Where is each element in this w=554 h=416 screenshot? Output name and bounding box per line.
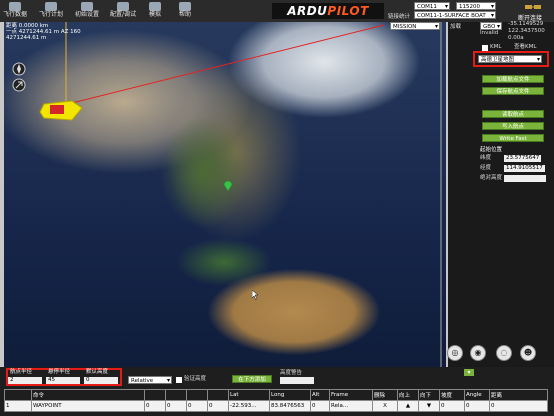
- col-delete: 删除: [372, 389, 398, 401]
- flight-plan-icon: [45, 2, 57, 11]
- collapse-icon[interactable]: ▾: [464, 369, 474, 376]
- port-select[interactable]: COM11: [414, 2, 450, 11]
- alt-warning-label: 高度警告: [280, 370, 303, 376]
- row-p2[interactable]: 0: [165, 400, 187, 412]
- loiter-radius-label: 悬停半径: [48, 369, 71, 375]
- target-icon[interactable]: ◎: [447, 345, 463, 361]
- col-lat: Lat: [228, 389, 270, 401]
- default-alt-label: 默认高度: [86, 369, 109, 375]
- write-fast-button[interactable]: Write Fast: [482, 134, 544, 142]
- row-gradient: 0: [439, 400, 465, 412]
- row-angle: 0: [464, 400, 490, 412]
- baud-select[interactable]: 115200: [456, 2, 496, 11]
- row-frame[interactable]: Rela...: [329, 400, 373, 412]
- ardupilot-logo: ARDUPILOT: [272, 3, 384, 19]
- read-waypoints-button[interactable]: 读取航点: [482, 110, 544, 118]
- top-lat: -35.1149529: [508, 21, 544, 27]
- config-tuning-icon: [117, 2, 129, 11]
- disconnect-icon[interactable]: [522, 2, 544, 12]
- add-below-button[interactable]: 在下方添加: [232, 375, 272, 383]
- load-label[interactable]: 加载: [450, 22, 461, 30]
- right-panel: [448, 22, 554, 367]
- distance-readout: 距离 0.0000 km 一点 4271244.61 m AZ 160 4271…: [6, 23, 81, 41]
- home-lat-value[interactable]: 23.5775647: [504, 155, 542, 162]
- row-distance: 0: [489, 400, 548, 412]
- waypoint-table: 命令 Lat Long Alt Frame 删除 向上 向下 坡度 Angle …: [4, 389, 548, 412]
- satellite-map[interactable]: [4, 22, 446, 367]
- map-overlay: [55, 22, 442, 367]
- home-title: 起始位置: [480, 147, 503, 153]
- home-lng-value[interactable]: 114.9105517: [504, 165, 545, 172]
- row-p1[interactable]: 0: [144, 400, 166, 412]
- col-up: 向上: [397, 389, 419, 401]
- col-p3: [186, 389, 208, 401]
- top-alt: 0.00a: [508, 35, 524, 41]
- col-down: 向下: [418, 389, 440, 401]
- col-frame: Frame: [329, 389, 373, 401]
- tab-initial-setup[interactable]: 初始设置: [72, 0, 102, 22]
- col-p1: [144, 389, 166, 401]
- verify-alt-checkbox[interactable]: [176, 377, 182, 383]
- wp-radius-input[interactable]: 2: [8, 377, 42, 384]
- mode-select[interactable]: MISSION: [390, 22, 440, 31]
- row-p4[interactable]: 0: [207, 400, 229, 412]
- view-kml-link[interactable]: 查看KML: [514, 44, 536, 51]
- kml-label: KML: [490, 44, 502, 50]
- col-alt: Alt: [310, 389, 330, 401]
- col-long: Long: [269, 389, 311, 401]
- row-p3[interactable]: 0: [186, 400, 208, 412]
- tab-flight-plan[interactable]: 飞行计划: [36, 0, 66, 22]
- help-icon: [179, 2, 191, 11]
- home-lat-label: 纬度: [480, 155, 492, 161]
- gps-select[interactable]: GBO: [480, 22, 502, 31]
- wp-radius-label: 航点半径: [10, 369, 33, 375]
- row-delete-button[interactable]: X: [372, 400, 398, 412]
- home-alt-label: 绝对高度: [480, 175, 503, 181]
- row-alt[interactable]: 0: [310, 400, 330, 412]
- initial-setup-icon: [81, 2, 93, 11]
- top-lng: 122.3437500: [508, 28, 545, 34]
- load-waypoints-button[interactable]: 加载航点文件: [482, 75, 544, 83]
- save-waypoints-button[interactable]: 保存航点文件: [482, 87, 544, 95]
- alt-warning-input[interactable]: [280, 377, 314, 384]
- robot-icon[interactable]: ☻: [520, 345, 536, 361]
- row-lat[interactable]: -22.593...: [228, 400, 270, 412]
- col-angle: Angle: [464, 389, 490, 401]
- home-alt-value[interactable]: [504, 175, 546, 182]
- map-provider-highlight: [473, 51, 549, 67]
- default-alt-input[interactable]: 0: [84, 377, 118, 384]
- col-gradient: 坡度: [439, 389, 465, 401]
- link-select[interactable]: COM11-1-SURFACE BOAT: [414, 11, 496, 20]
- frame-select[interactable]: Relative: [128, 376, 172, 385]
- home-distance-line-2: 4271244.61 m: [6, 35, 47, 41]
- record-icon[interactable]: ◉: [470, 345, 486, 361]
- focus-icon[interactable]: ◌: [496, 345, 512, 361]
- invalid-status: Invalid: [480, 30, 499, 36]
- verify-alt-label: 验证高度: [184, 376, 207, 382]
- col-p2: [165, 389, 187, 401]
- table-row[interactable]: 1 WAYPOINT 0 0 0 0 -22.593... 83.8476563…: [4, 400, 548, 412]
- tab-config-tuning[interactable]: 配置/调试: [108, 0, 138, 22]
- tab-flight-data[interactable]: 飞行数据: [0, 0, 30, 22]
- write-waypoints-button[interactable]: 写入航点: [482, 122, 544, 130]
- row-command[interactable]: WAYPOINT: [31, 400, 145, 412]
- simulation-icon: [149, 2, 161, 11]
- row-index[interactable]: 1: [4, 400, 32, 412]
- col-command: 命令: [31, 389, 145, 401]
- row-down-icon[interactable]: ▼: [418, 400, 440, 412]
- col-distance: 距离: [489, 389, 548, 401]
- row-long[interactable]: 83.8476563: [269, 400, 311, 412]
- link-stats-label[interactable]: 链接统计: [388, 12, 410, 20]
- tab-help[interactable]: 帮助: [170, 0, 200, 22]
- loiter-radius-input[interactable]: 45: [46, 377, 80, 384]
- table-header: 命令 Lat Long Alt Frame 删除 向上 向下 坡度 Angle …: [4, 389, 548, 401]
- col-p4: [207, 389, 229, 401]
- home-lng-label: 经度: [480, 165, 492, 171]
- row-up-icon[interactable]: ▲: [397, 400, 419, 412]
- col-index: [4, 389, 32, 401]
- tab-simulation[interactable]: 模拟: [140, 0, 170, 22]
- flight-data-icon: [9, 2, 21, 11]
- top-toolbar: 飞行数据 飞行计划 初始设置 配置/调试 模拟 帮助 ARDUPILOT COM…: [0, 0, 554, 22]
